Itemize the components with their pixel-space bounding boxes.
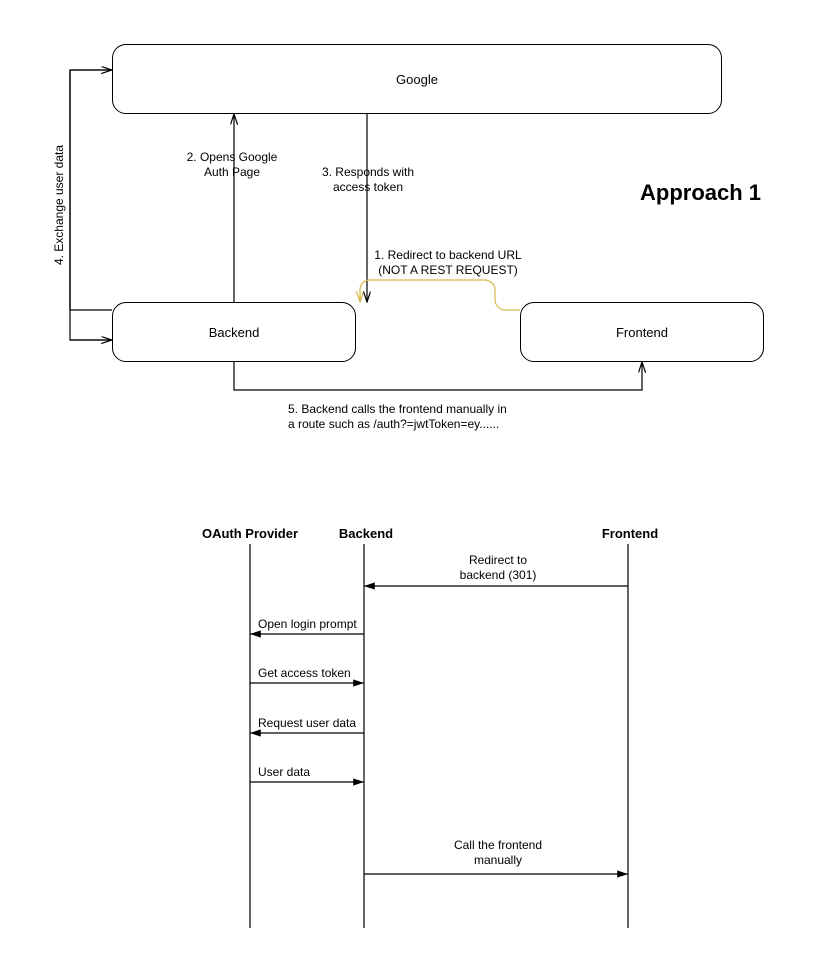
msg-redirect: Redirect to backend (301) bbox=[428, 553, 568, 583]
msg1-l1: Redirect to bbox=[469, 553, 527, 567]
google-box: Google bbox=[112, 44, 722, 114]
msg1-l2: backend (301) bbox=[460, 568, 537, 582]
approach-title: Approach 1 bbox=[640, 180, 761, 206]
step5-label: 5. Backend calls the frontend manually i… bbox=[288, 402, 568, 432]
step3-line2: access token bbox=[333, 180, 403, 194]
msg-user-data: User data bbox=[258, 765, 368, 780]
step4-label: 4. Exchange user data bbox=[52, 130, 67, 280]
frontend-box-label: Frontend bbox=[616, 325, 668, 340]
step1-line2: (NOT A REST REQUEST) bbox=[378, 263, 518, 277]
step2-line2: Auth Page bbox=[204, 165, 260, 179]
lane-frontend: Frontend bbox=[590, 526, 670, 541]
step2-line1: 2. Opens Google bbox=[187, 150, 278, 164]
msg6-l1: Call the frontend bbox=[454, 838, 542, 852]
msg6-l2: manually bbox=[474, 853, 522, 867]
step5-line2: a route such as /auth?=jwtToken=ey...... bbox=[288, 417, 499, 431]
step3-label: 3. Responds with access token bbox=[303, 165, 433, 195]
msg-open-login: Open login prompt bbox=[258, 617, 368, 632]
step2-label: 2. Opens Google Auth Page bbox=[167, 150, 297, 180]
step1-line1: 1. Redirect to backend URL bbox=[374, 248, 521, 262]
backend-box-label: Backend bbox=[209, 325, 260, 340]
google-box-label: Google bbox=[396, 72, 438, 87]
lane-oauth: OAuth Provider bbox=[190, 526, 310, 541]
lane-backend: Backend bbox=[326, 526, 406, 541]
step3-line1: 3. Responds with bbox=[322, 165, 414, 179]
diagram-arrows bbox=[0, 0, 826, 955]
msg-req-user: Request user data bbox=[258, 716, 378, 731]
frontend-box: Frontend bbox=[520, 302, 764, 362]
step5-line1: 5. Backend calls the frontend manually i… bbox=[288, 402, 507, 416]
msg-get-token: Get access token bbox=[258, 666, 368, 681]
step1-label: 1. Redirect to backend URL (NOT A REST R… bbox=[363, 248, 533, 278]
msg-call-frontend: Call the frontend manually bbox=[428, 838, 568, 868]
backend-box: Backend bbox=[112, 302, 356, 362]
